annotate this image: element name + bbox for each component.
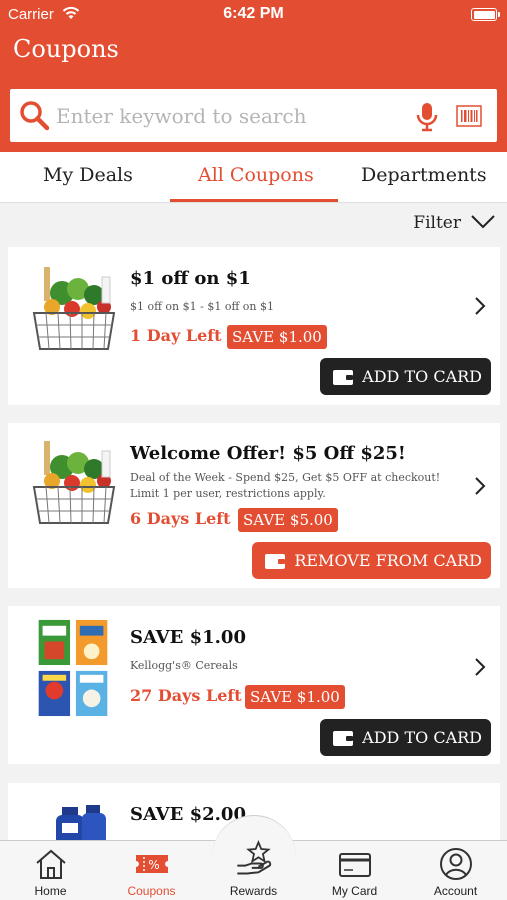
tabbar-label: My Card <box>331 884 378 898</box>
wallet-icon <box>265 553 286 569</box>
account-icon <box>439 848 472 880</box>
save-badge: SAVE $1.00 <box>245 685 345 709</box>
coupon-description: Deal of the Week - Spend $25, Get $5 OFF… <box>130 471 441 500</box>
active-tab-indicator <box>170 199 338 202</box>
days-left: 6 Days Left <box>130 509 231 528</box>
days-left: 27 Days Left <box>130 686 242 705</box>
button-label: REMOVE FROM CARD <box>294 551 482 570</box>
filter-button[interactable]: Filter <box>375 211 495 237</box>
app-header: Carrier 6:42 PM Coupons <box>0 0 507 152</box>
save-badge: SAVE $1.00 <box>227 325 327 349</box>
coupon-description: Kellogg's® Cereals <box>130 659 238 672</box>
search-input[interactable] <box>56 99 406 132</box>
save-badge: SAVE $5.00 <box>238 508 338 532</box>
card-icon <box>338 853 371 877</box>
coupon-card[interactable]: SAVE $1.00 Kellogg's® Cereals 27 Days Le… <box>8 606 500 764</box>
battery-icon <box>471 8 500 21</box>
tab-all-coupons[interactable]: All Coupons <box>198 164 314 186</box>
tabbar-label: Account <box>433 884 478 898</box>
barcode-scan-icon[interactable] <box>456 105 482 127</box>
chevron-right-icon[interactable] <box>474 657 486 677</box>
page-title: Coupons <box>13 35 119 63</box>
coupon-description: $1 off on $1 - $1 off on $1 <box>130 300 274 313</box>
tab-departments[interactable]: Departments <box>361 164 487 186</box>
button-label: ADD TO CARD <box>362 728 482 747</box>
remove-from-card-button[interactable]: REMOVE FROM CARD <box>252 542 491 579</box>
coupon-title: Welcome Offer! $5 Off $25! <box>130 443 406 464</box>
search-bar <box>10 89 497 142</box>
tab-my-deals[interactable]: My Deals <box>43 164 133 186</box>
chevron-down-icon <box>471 215 495 229</box>
chevron-right-icon[interactable] <box>474 476 486 496</box>
tabbar-item-rewards[interactable]: Rewards <box>203 840 304 900</box>
search-icon[interactable] <box>18 100 52 132</box>
tabbar-label: Home <box>34 884 67 898</box>
coupon-icon: % <box>135 855 168 873</box>
microphone-icon[interactable] <box>414 101 440 133</box>
status-bar: Carrier 6:42 PM <box>0 0 507 30</box>
add-to-card-button[interactable]: ADD TO CARD <box>320 719 491 756</box>
filter-label: Filter <box>413 213 461 233</box>
coupon-card[interactable]: $1 off on $1 $1 off on $1 - $1 off on $1… <box>8 247 500 405</box>
tabbar-item-my-card[interactable]: My Card <box>304 841 405 900</box>
cleaning-bottles-image <box>56 805 106 840</box>
days-left: 1 Day Left <box>130 326 222 345</box>
tabbar-label: Rewards <box>229 884 278 898</box>
clock: 6:42 PM <box>223 5 284 22</box>
coupon-tabs: My Deals All Coupons Departments <box>0 152 507 203</box>
tabbar-item-coupons[interactable]: % Coupons <box>101 841 202 900</box>
add-to-card-button[interactable]: ADD TO CARD <box>320 358 491 395</box>
bottom-tab-bar: Home % Coupons Rewards My Card Account <box>0 815 507 900</box>
grocery-basket-image <box>32 441 116 524</box>
cereal-boxes-image <box>38 619 108 717</box>
home-icon <box>35 849 66 879</box>
wallet-icon <box>333 369 354 385</box>
wallet-icon <box>333 730 354 746</box>
tabbar-item-home[interactable]: Home <box>0 841 101 900</box>
grocery-basket-image <box>32 267 116 350</box>
coupon-percent: % <box>148 858 159 872</box>
tabbar-label: Coupons <box>127 884 176 898</box>
rewards-icon <box>236 840 271 875</box>
coupon-title: $1 off on $1 <box>130 268 251 289</box>
tabbar-item-account[interactable]: Account <box>405 841 506 900</box>
coupon-title: SAVE $1.00 <box>130 627 246 648</box>
chevron-right-icon[interactable] <box>474 296 486 316</box>
coupon-card[interactable]: Welcome Offer! $5 Off $25! Deal of the W… <box>8 423 500 588</box>
button-label: ADD TO CARD <box>362 367 482 386</box>
